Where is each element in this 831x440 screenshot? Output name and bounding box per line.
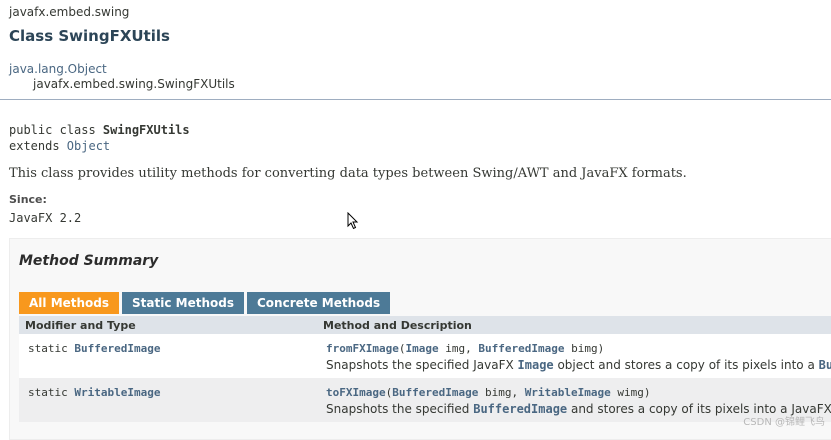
modifier-cell: static BufferedImage [28,342,161,355]
class-signature-line-2: extends Object [9,139,110,153]
desc-type-link[interactable]: Image [518,358,554,372]
table-row: static WritableImage toFXImage(BufferedI… [19,378,831,422]
method-link[interactable]: toFXImage [326,386,386,399]
desc-type-link[interactable]: Buff [819,358,831,372]
return-type-link[interactable]: WritableImage [74,386,160,399]
class-description: This class provides utility methods for … [9,166,687,181]
since-label: Since: [9,193,47,206]
method-description: Snapshots the specified JavaFX Image obj… [326,358,831,372]
modifier-cell: static WritableImage [28,386,161,399]
class-signature-line-1: public class SwingFXUtils [9,123,190,137]
table-header: Modifier and Type Method and Description [19,316,831,334]
signature-keyword: public class [9,123,103,137]
method-link[interactable]: fromFXImage [326,342,399,355]
package-name: javafx.embed.swing [9,5,130,19]
column-header-method: Method and Description [323,319,472,332]
method-summary-table: Modifier and Type Method and Description… [19,316,831,422]
since-value: JavaFX 2.2 [9,211,82,225]
param-type-link[interactable]: BufferedImage [478,342,564,355]
divider [0,99,831,100]
inheritance-parent-link[interactable]: java.lang.Object [9,62,107,76]
inheritance-class: javafx.embed.swing.SwingFXUtils [33,77,235,91]
tab-static-methods[interactable]: Static Methods [122,292,244,314]
method-summary-panel: Method Summary All Methods Static Method… [9,238,831,440]
tab-concrete-methods[interactable]: Concrete Methods [246,292,391,314]
method-summary-heading: Method Summary [19,253,159,269]
method-cell: fromFXImage(Image img, BufferedImage bim… [326,342,605,355]
param-type-link[interactable]: Image [405,342,438,355]
signature-extends: extends [9,139,67,153]
mouse-cursor-icon [347,212,359,230]
signature-class-name: SwingFXUtils [102,123,190,137]
object-link[interactable]: Object [67,139,110,153]
table-row: static BufferedImage fromFXImage(Image i… [19,334,831,378]
page-title: Class SwingFXUtils [9,27,170,45]
tab-all-methods[interactable]: All Methods [19,292,120,314]
column-header-modifier: Modifier and Type [25,319,136,332]
method-tabs: All Methods Static Methods Concrete Meth… [19,292,393,314]
desc-type-link[interactable]: BufferedImage [473,402,567,416]
return-type-link[interactable]: BufferedImage [74,342,160,355]
watermark: CSDN @锦鲤飞鸟 [743,417,825,428]
param-type-link[interactable]: WritableImage [525,386,611,399]
param-type-link[interactable]: BufferedImage [392,386,478,399]
method-cell: toFXImage(BufferedImage bimg, WritableIm… [326,386,651,399]
